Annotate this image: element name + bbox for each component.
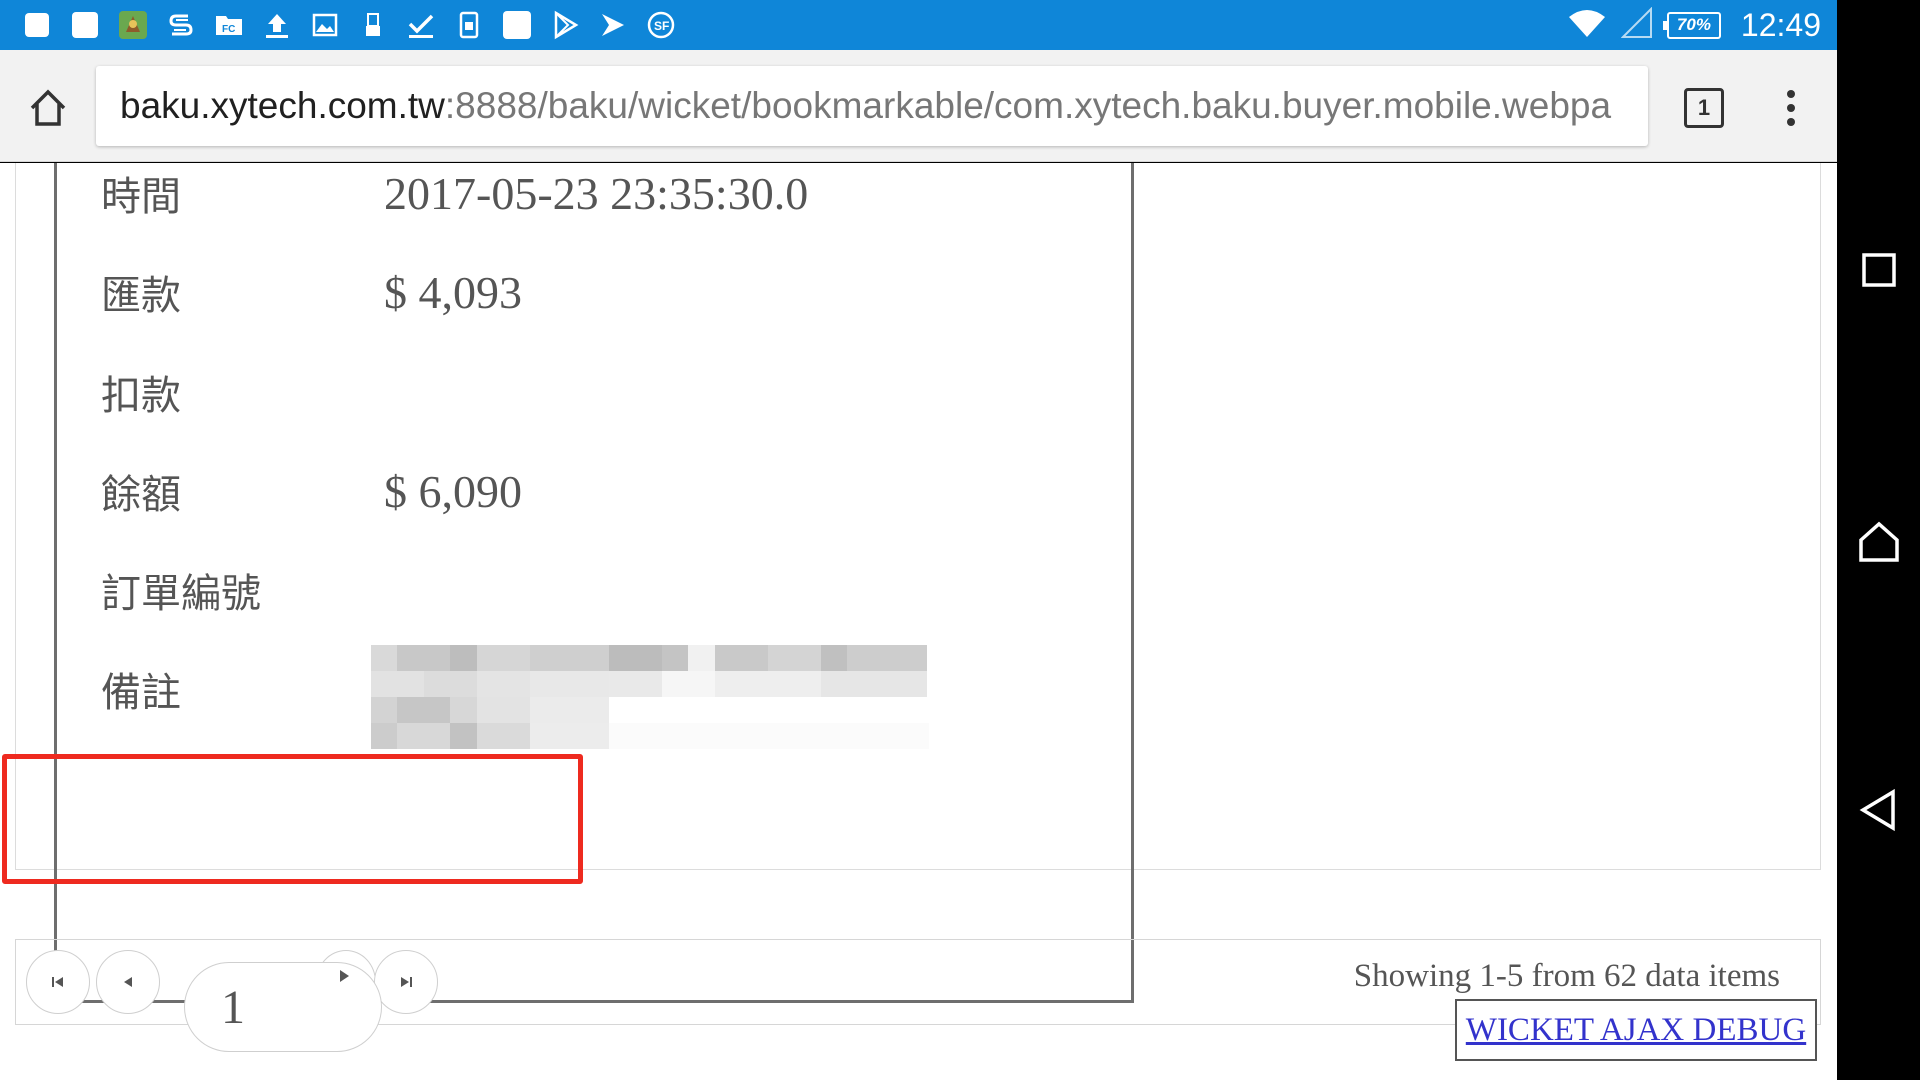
navigation-bar	[1837, 0, 1920, 1080]
home-icon	[1859, 521, 1899, 562]
time-row: 時間 2017-05-23 23:35:30.0	[101, 163, 808, 223]
deduct-label: 扣款	[101, 373, 181, 419]
home-button[interactable]	[22, 82, 74, 134]
remit-value: $ 4,093	[384, 266, 522, 318]
deduct-row: 扣款	[101, 362, 384, 422]
sim-icon	[452, 9, 485, 42]
recent-apps-button[interactable]	[1848, 239, 1910, 301]
s-icon	[164, 9, 197, 42]
clock: 12:49	[1740, 6, 1821, 43]
overflow-menu-button[interactable]	[1776, 86, 1806, 130]
last-page-button[interactable]	[374, 950, 438, 1014]
back-icon	[1859, 788, 1895, 832]
image-icon	[308, 9, 341, 42]
next-page-button[interactable]	[326, 958, 362, 994]
svg-text:SF: SF	[654, 19, 669, 33]
game-icon	[116, 9, 149, 42]
time-label: 時間	[101, 174, 181, 220]
usb-icon	[356, 9, 389, 42]
page-content: 時間 2017-05-23 23:35:30.0 匯款 $ 4,093 扣款 餘…	[0, 163, 1837, 1080]
first-page-icon	[52, 977, 63, 987]
home-nav-button[interactable]	[1848, 511, 1910, 573]
app-icon	[68, 9, 101, 42]
first-page-button[interactable]	[26, 950, 90, 1014]
balance-row: 餘額 $ 6,090	[101, 461, 522, 521]
note-label: 備註	[101, 670, 181, 716]
back-button[interactable]	[1848, 779, 1910, 841]
note-row: 備註	[101, 659, 384, 719]
remit-row: 匯款 $ 4,093	[101, 262, 522, 322]
fc-icon: FC	[212, 9, 245, 42]
url-host: baku.xytech.com.tw	[120, 85, 445, 126]
app-icon	[20, 9, 53, 42]
next-icon	[340, 970, 349, 982]
recent-apps-icon	[1862, 253, 1896, 287]
order-row: 訂單編號	[101, 560, 384, 620]
redacted-note	[371, 645, 1071, 749]
previous-icon	[124, 977, 132, 987]
highlight-annotation	[2, 754, 583, 884]
sf-icon: SF	[644, 9, 677, 42]
last-page-icon	[401, 977, 412, 987]
url-bar[interactable]: baku.xytech.com.tw:8888/baku/wicket/book…	[96, 66, 1648, 146]
play-store-icon	[548, 9, 581, 42]
status-bar: FC SF 70% 12:49	[0, 0, 1837, 50]
check-icon	[404, 9, 437, 42]
current-page-number: 1	[221, 980, 245, 1034]
signal-icon	[1620, 6, 1653, 44]
remit-label: 匯款	[101, 273, 181, 319]
order-number-label: 訂單編號	[101, 571, 261, 617]
battery-indicator: 70%	[1662, 11, 1721, 39]
wicket-ajax-debug-link[interactable]: WICKET AJAX DEBUG	[1455, 999, 1817, 1061]
time-value: 2017-05-23 23:35:30.0	[384, 167, 809, 219]
upload-icon	[260, 9, 293, 42]
notification-icons: FC SF	[20, 8, 677, 42]
pagination-summary: Showing 1-5 from 62 data items	[1353, 958, 1780, 994]
tab-switcher-button[interactable]: 1	[1684, 88, 1724, 128]
home-icon	[30, 89, 66, 126]
app-icon	[500, 9, 533, 42]
url-path: :8888/baku/wicket/bookmarkable/com.xytec…	[444, 85, 1612, 126]
wifi-icon	[1567, 7, 1607, 44]
play-icon	[596, 9, 629, 42]
browser-toolbar: baku.xytech.com.tw:8888/baku/wicket/book…	[0, 50, 1837, 162]
svg-text:FC: FC	[222, 24, 235, 35]
balance-value: $ 6,090	[384, 465, 522, 517]
previous-page-button[interactable]	[96, 950, 160, 1014]
balance-label: 餘額	[101, 472, 181, 518]
